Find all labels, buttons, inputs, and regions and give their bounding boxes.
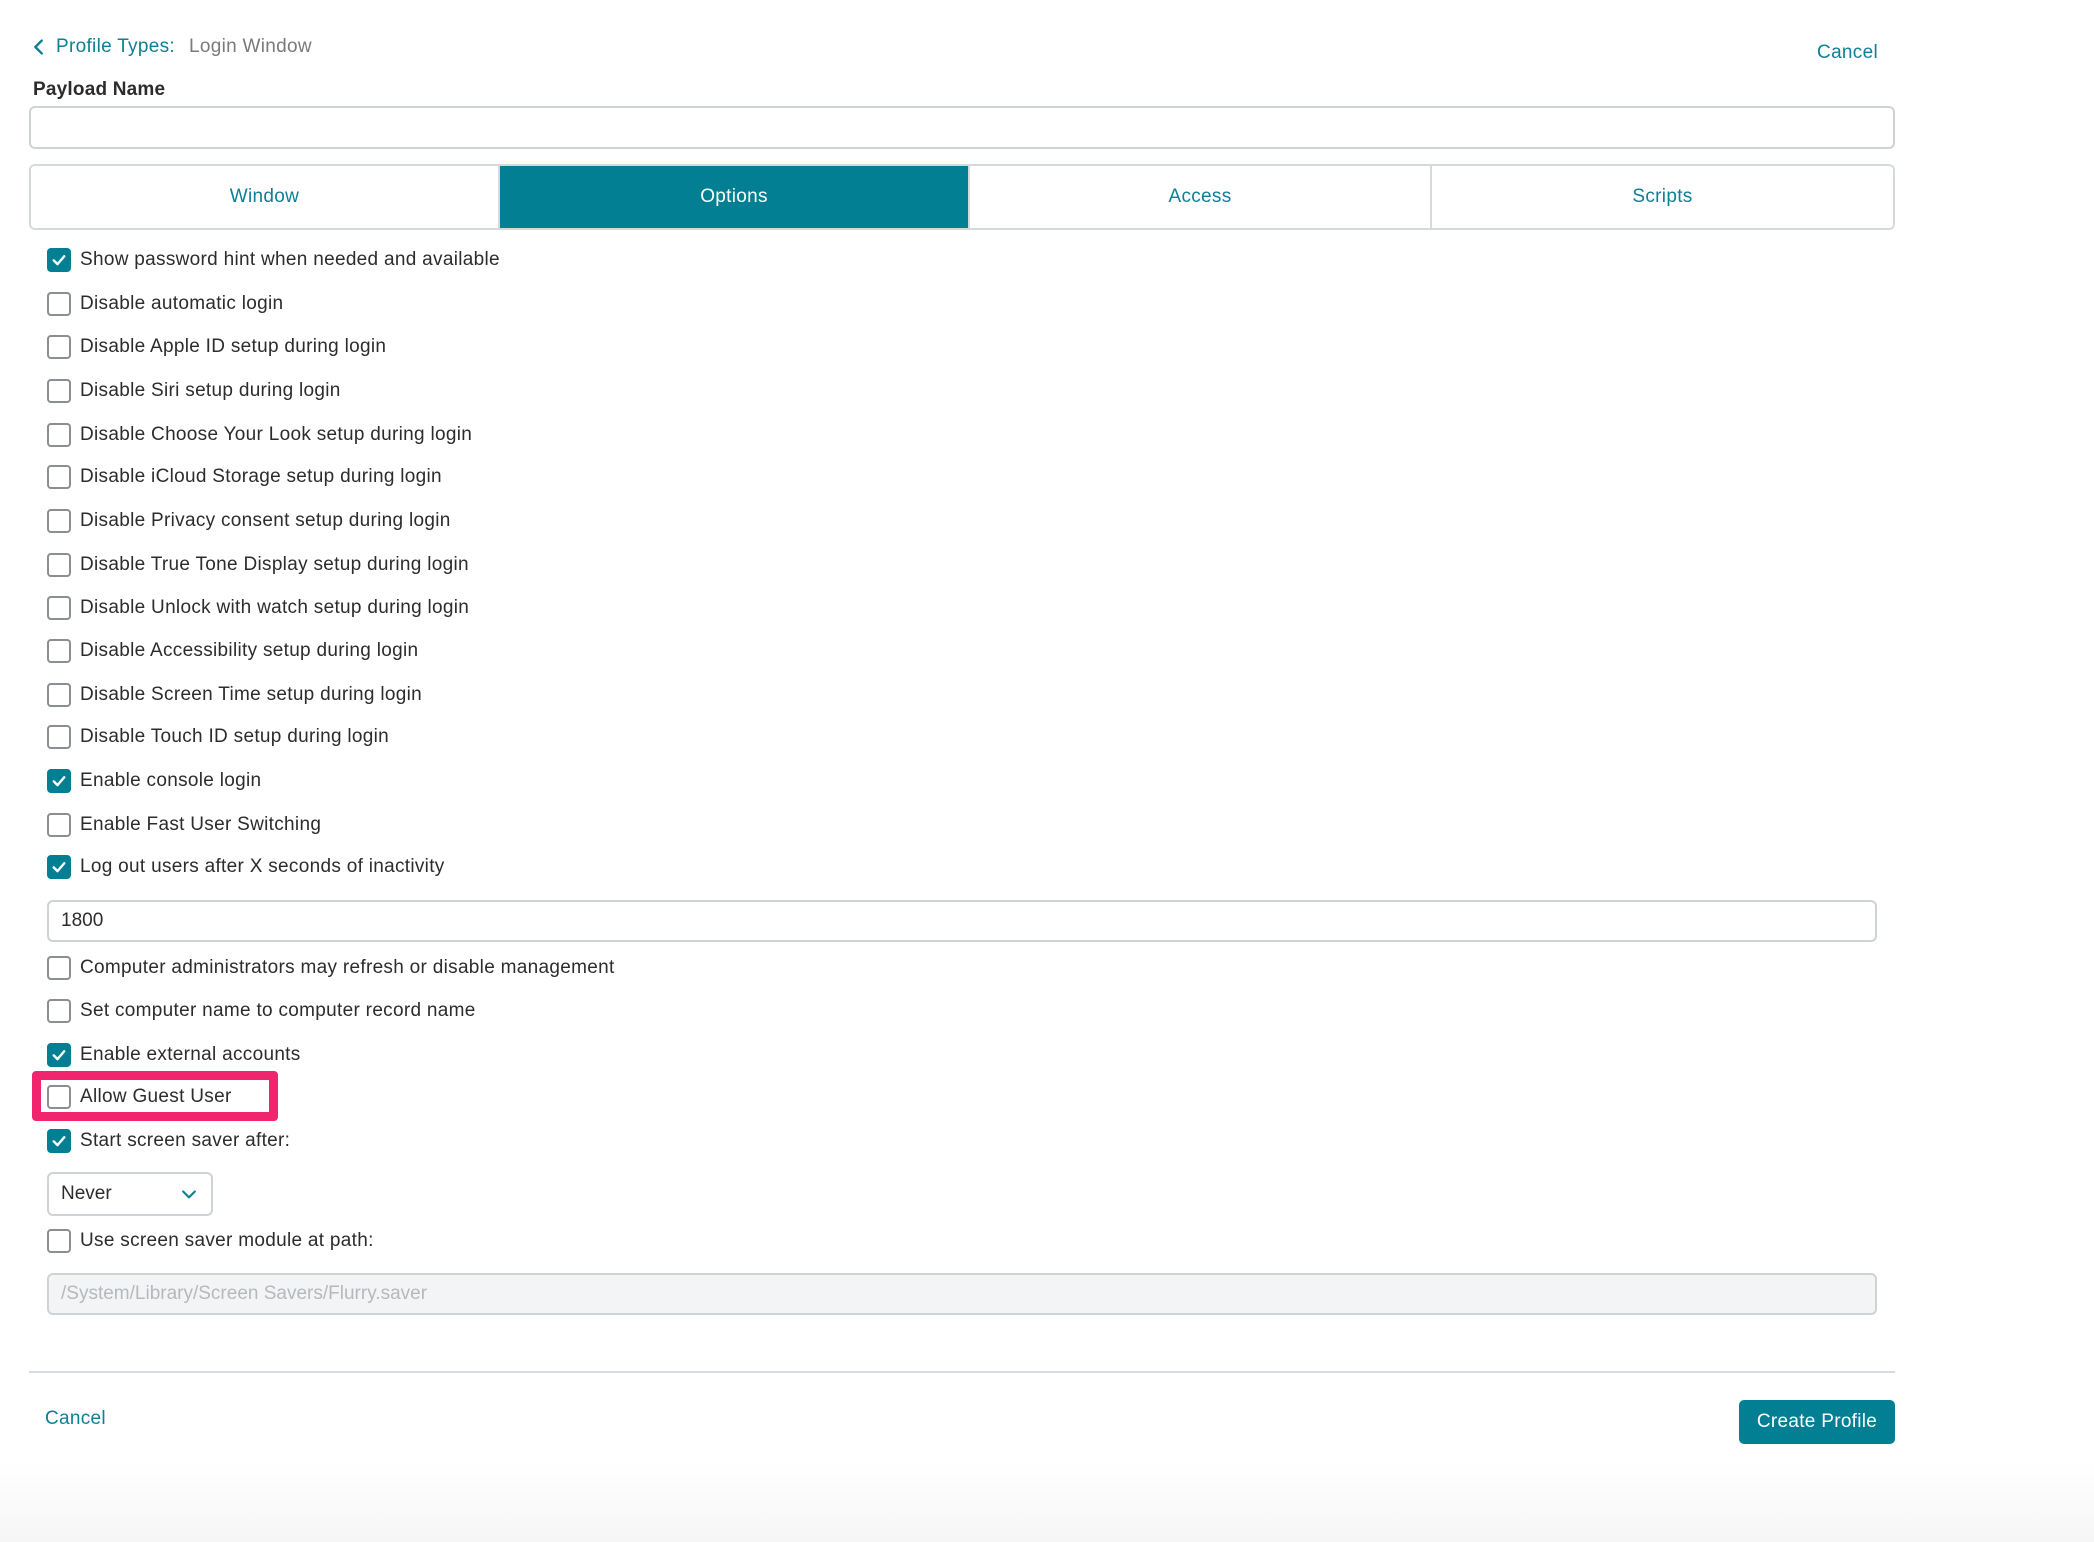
option-label: Disable Siri setup during login bbox=[80, 380, 341, 401]
select-value: Never bbox=[61, 1183, 112, 1204]
checkbox[interactable] bbox=[47, 509, 71, 533]
tab-scripts[interactable]: Scripts bbox=[1432, 166, 1893, 228]
option-log-out-after-inactivity[interactable]: Log out users after X seconds of inactiv… bbox=[47, 853, 445, 881]
option-disable-screen-time[interactable]: Disable Screen Time setup during login bbox=[47, 681, 422, 709]
checkbox[interactable] bbox=[47, 999, 71, 1023]
payload-name-input[interactable] bbox=[29, 106, 1895, 149]
option-show-password-hint[interactable]: Show password hint when needed and avail… bbox=[47, 246, 500, 274]
option-enable-fast-user-switching[interactable]: Enable Fast User Switching bbox=[47, 811, 321, 839]
option-disable-unlock-with-watch[interactable]: Disable Unlock with watch setup during l… bbox=[47, 594, 469, 622]
checkbox[interactable] bbox=[47, 639, 71, 663]
checkmark-icon bbox=[52, 255, 66, 266]
checkbox[interactable] bbox=[47, 423, 71, 447]
logout-seconds-input[interactable]: 1800 bbox=[47, 900, 1877, 942]
option-label: Log out users after X seconds of inactiv… bbox=[80, 856, 445, 877]
checkbox[interactable] bbox=[47, 379, 71, 403]
option-label: Disable Touch ID setup during login bbox=[80, 726, 390, 747]
option-label: Computer administrators may refresh or d… bbox=[80, 957, 615, 978]
checkbox[interactable] bbox=[47, 683, 71, 707]
payload-name-label: Payload Name bbox=[33, 79, 166, 100]
checkbox[interactable] bbox=[47, 1229, 71, 1253]
highlight-annotation-box bbox=[32, 1071, 278, 1121]
option-disable-choose-your-look[interactable]: Disable Choose Your Look setup during lo… bbox=[47, 421, 472, 449]
cancel-bottom-button[interactable]: Cancel bbox=[45, 1408, 106, 1430]
cancel-top-button[interactable]: Cancel bbox=[1817, 42, 1878, 64]
option-label: Disable Choose Your Look setup during lo… bbox=[80, 424, 473, 445]
checkmark-icon bbox=[52, 1136, 66, 1147]
bottom-background bbox=[0, 1462, 2094, 1542]
checkbox[interactable] bbox=[47, 855, 71, 879]
option-disable-siri-setup[interactable]: Disable Siri setup during login bbox=[47, 377, 341, 405]
option-label: Disable Unlock with watch setup during l… bbox=[80, 597, 470, 618]
option-disable-touch-id[interactable]: Disable Touch ID setup during login bbox=[47, 723, 389, 751]
breadcrumb-current: Login Window bbox=[188, 36, 312, 57]
checkbox[interactable] bbox=[47, 725, 71, 749]
checkmark-icon bbox=[52, 776, 66, 787]
checkmark-icon bbox=[52, 862, 66, 873]
option-label: Disable Privacy consent setup during log… bbox=[80, 510, 451, 531]
option-disable-true-tone[interactable]: Disable True Tone Display setup during l… bbox=[47, 551, 469, 579]
option-label: Disable True Tone Display setup during l… bbox=[80, 554, 469, 575]
checkbox[interactable] bbox=[47, 335, 71, 359]
option-label: Disable Accessibility setup during login bbox=[80, 640, 419, 661]
option-label: Disable iCloud Storage setup during logi… bbox=[80, 466, 442, 487]
breadcrumb-profile-types-link[interactable]: Profile Types: bbox=[56, 36, 175, 58]
checkmark-icon bbox=[52, 1050, 66, 1061]
checkbox[interactable] bbox=[47, 769, 71, 793]
chevron-left-icon[interactable] bbox=[28, 36, 50, 58]
screen-saver-delay-select[interactable]: Never bbox=[47, 1172, 213, 1216]
tab-access[interactable]: Access bbox=[970, 166, 1432, 228]
footer-divider bbox=[29, 1371, 1895, 1373]
option-label: Start screen saver after: bbox=[80, 1130, 291, 1151]
option-admins-refresh-disable-management[interactable]: Computer administrators may refresh or d… bbox=[47, 954, 615, 982]
checkbox[interactable] bbox=[47, 596, 71, 620]
checkbox[interactable] bbox=[47, 956, 71, 980]
breadcrumb: Profile Types: Login Window bbox=[28, 34, 312, 60]
checkbox[interactable] bbox=[47, 1043, 71, 1067]
checkbox[interactable] bbox=[47, 465, 71, 489]
option-use-screen-saver-module[interactable]: Use screen saver module at path: bbox=[47, 1227, 374, 1255]
option-disable-accessibility[interactable]: Disable Accessibility setup during login bbox=[47, 637, 418, 665]
option-label: Disable Apple ID setup during login bbox=[80, 336, 387, 357]
checkbox[interactable] bbox=[47, 813, 71, 837]
option-label: Set computer name to computer record nam… bbox=[80, 1000, 476, 1021]
option-disable-icloud-storage[interactable]: Disable iCloud Storage setup during logi… bbox=[47, 463, 442, 491]
option-enable-external-accounts[interactable]: Enable external accounts bbox=[47, 1041, 301, 1069]
chevron-down-icon bbox=[182, 1190, 196, 1199]
option-set-computer-name[interactable]: Set computer name to computer record nam… bbox=[47, 997, 476, 1025]
login-window-profile-page: Profile Types: Login Window Cancel Paylo… bbox=[0, 0, 2094, 1542]
option-start-screen-saver[interactable]: Start screen saver after: bbox=[47, 1127, 290, 1155]
option-label: Enable external accounts bbox=[80, 1044, 301, 1065]
option-label: Disable Screen Time setup during login bbox=[80, 684, 422, 705]
option-label: Enable Fast User Switching bbox=[80, 814, 322, 835]
screen-saver-path-input[interactable]: /System/Library/Screen Savers/Flurry.sav… bbox=[47, 1273, 1877, 1315]
tab-bar: Window Options Access Scripts bbox=[29, 164, 1895, 230]
option-label: Enable console login bbox=[80, 770, 262, 791]
option-enable-console-login[interactable]: Enable console login bbox=[47, 767, 261, 795]
checkbox[interactable] bbox=[47, 248, 71, 272]
checkbox[interactable] bbox=[47, 292, 71, 316]
tab-window[interactable]: Window bbox=[31, 166, 500, 228]
option-disable-apple-id-setup[interactable]: Disable Apple ID setup during login bbox=[47, 333, 386, 361]
option-label: Show password hint when needed and avail… bbox=[80, 249, 500, 270]
option-label: Disable automatic login bbox=[80, 293, 284, 314]
checkbox[interactable] bbox=[47, 1129, 71, 1153]
option-disable-privacy-consent[interactable]: Disable Privacy consent setup during log… bbox=[47, 507, 451, 535]
tab-options[interactable]: Options bbox=[500, 166, 970, 228]
create-profile-button[interactable]: Create Profile bbox=[1739, 1400, 1895, 1444]
option-label: Use screen saver module at path: bbox=[80, 1230, 374, 1251]
option-disable-automatic-login[interactable]: Disable automatic login bbox=[47, 290, 283, 318]
checkbox[interactable] bbox=[47, 553, 71, 577]
